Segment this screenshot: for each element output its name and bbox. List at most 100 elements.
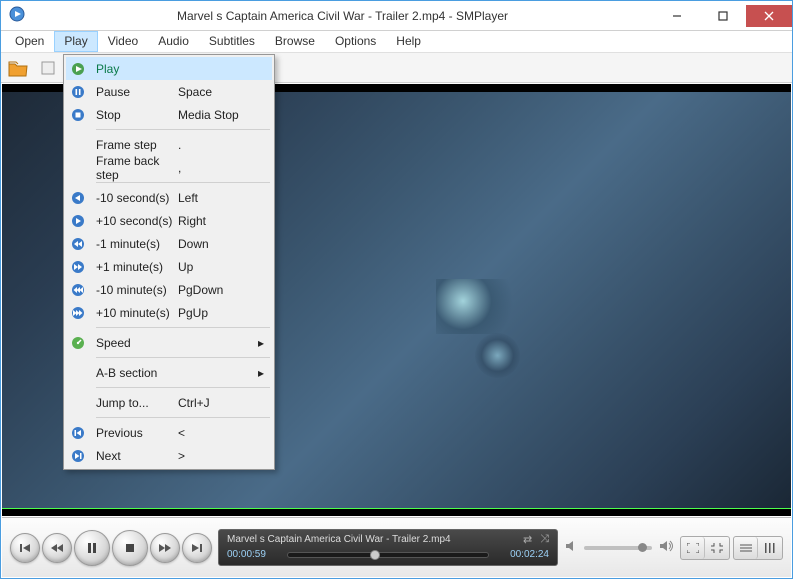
- back2-icon: [66, 232, 90, 255]
- menu-item-shortcut: Right: [178, 214, 258, 228]
- blank-icon: [66, 391, 90, 414]
- titlebar: Marvel s Captain America Civil War - Tra…: [1, 1, 792, 31]
- menu-item-label: Stop: [90, 108, 178, 122]
- menu-options[interactable]: Options: [325, 31, 386, 52]
- menu-item-shortcut: .: [178, 138, 258, 152]
- rewind-button[interactable]: [42, 533, 72, 563]
- time-total: 00:02:24: [497, 549, 549, 560]
- forward-button[interactable]: [150, 533, 180, 563]
- compact-button[interactable]: [705, 537, 729, 559]
- menu-item-10-minute-s[interactable]: +10 minute(s)PgUp: [66, 301, 272, 324]
- menu-item-label: Previous: [90, 426, 178, 440]
- menu-item-jump-to[interactable]: Jump to...Ctrl+J: [66, 391, 272, 414]
- menu-item-10-second-s[interactable]: -10 second(s)Left: [66, 186, 272, 209]
- menu-separator: [96, 357, 270, 358]
- fwd2-icon: [66, 255, 90, 278]
- menu-item-1-minute-s[interactable]: -1 minute(s)Down: [66, 232, 272, 255]
- menu-item-1-minute-s[interactable]: +1 minute(s)Up: [66, 255, 272, 278]
- menu-audio[interactable]: Audio: [148, 31, 199, 52]
- menu-video[interactable]: Video: [98, 31, 148, 52]
- skip-prev-button[interactable]: [10, 533, 40, 563]
- menu-item-label: +10 second(s): [90, 214, 178, 228]
- fullscreen-button[interactable]: [681, 537, 705, 559]
- volume-thumb[interactable]: [638, 543, 647, 552]
- menu-item-speed[interactable]: Speed▸: [66, 331, 272, 354]
- menu-item-10-minute-s[interactable]: -10 minute(s)PgDown: [66, 278, 272, 301]
- menu-item-next[interactable]: Next>: [66, 444, 272, 467]
- speed-icon: [66, 331, 90, 354]
- menu-item-label: Jump to...: [90, 396, 178, 410]
- mute-icon[interactable]: [564, 539, 578, 556]
- volume-icon[interactable]: [658, 539, 674, 556]
- maximize-button[interactable]: [700, 5, 746, 27]
- app-icon: [9, 6, 25, 25]
- stop-button[interactable]: [112, 530, 148, 566]
- menu-separator: [96, 387, 270, 388]
- menu-item-shortcut: ,: [178, 161, 258, 175]
- back1-icon: [66, 186, 90, 209]
- menu-item-shortcut: Down: [178, 237, 258, 251]
- menu-browse[interactable]: Browse: [265, 31, 325, 52]
- blank-icon: [66, 361, 90, 384]
- menu-item-stop[interactable]: StopMedia Stop: [66, 103, 272, 126]
- menu-item-label: -1 minute(s): [90, 237, 178, 251]
- menu-item-label: Frame step: [90, 138, 178, 152]
- menu-item-label: Frame back step: [90, 154, 178, 182]
- playlist-button[interactable]: [734, 537, 758, 559]
- menu-play[interactable]: Play: [54, 31, 97, 52]
- next-icon: [66, 444, 90, 467]
- shuffle-icon[interactable]: ⤨: [540, 533, 549, 546]
- menu-item-a-b-section[interactable]: A-B section▸: [66, 361, 272, 384]
- menu-item-label: +10 minute(s): [90, 306, 178, 320]
- seek-thumb[interactable]: [370, 550, 380, 560]
- prev-icon: [66, 421, 90, 444]
- play-menu-dropdown: PlayPauseSpaceStopMedia StopFrame step.F…: [63, 54, 275, 470]
- now-playing-title: Marvel s Captain America Civil War - Tra…: [227, 534, 451, 545]
- fwd1-icon: [66, 209, 90, 232]
- menu-item-pause[interactable]: PauseSpace: [66, 80, 272, 103]
- pause-button[interactable]: [74, 530, 110, 566]
- close-button[interactable]: [746, 5, 792, 27]
- menu-item-frame-back-step[interactable]: Frame back step,: [66, 156, 272, 179]
- menu-item-label: Play: [90, 62, 178, 76]
- fwd3-icon: [66, 301, 90, 324]
- open-file-button[interactable]: [5, 55, 31, 81]
- menu-separator: [96, 417, 270, 418]
- menu-help[interactable]: Help: [386, 31, 431, 52]
- menu-item-shortcut: Ctrl+J: [178, 396, 258, 410]
- menu-item-label: Next: [90, 449, 178, 463]
- window-title: Marvel s Captain America Civil War - Tra…: [31, 9, 654, 23]
- menu-item-shortcut: PgDown: [178, 283, 258, 297]
- menu-subtitles[interactable]: Subtitles: [199, 31, 265, 52]
- back3-icon: [66, 278, 90, 301]
- menu-item-label: Pause: [90, 85, 178, 99]
- progress-indicator: [2, 508, 791, 509]
- play-icon: [66, 57, 90, 80]
- seek-bar[interactable]: [287, 552, 489, 558]
- panel-icons: ⇄ ⤨: [523, 533, 549, 546]
- menu-item-label: Speed: [90, 336, 178, 350]
- menu-item-shortcut: Space: [178, 85, 258, 99]
- right-buttons: [680, 536, 783, 560]
- blank-icon: [66, 156, 90, 179]
- equalizer-button[interactable]: [758, 537, 782, 559]
- menu-item-play[interactable]: Play: [66, 57, 272, 80]
- repeat-icon[interactable]: ⇄: [523, 533, 532, 546]
- menu-item-previous[interactable]: Previous<: [66, 421, 272, 444]
- menu-open[interactable]: Open: [5, 31, 54, 52]
- skip-next-button[interactable]: [182, 533, 212, 563]
- menu-item-shortcut: PgUp: [178, 306, 258, 320]
- volume-area: [564, 539, 674, 556]
- volume-slider[interactable]: [584, 546, 652, 550]
- controls: Marvel s Captain America Civil War - Tra…: [2, 517, 791, 577]
- menu-item-shortcut: Media Stop: [178, 108, 258, 122]
- time-elapsed: 00:00:59: [227, 549, 279, 560]
- menu-item-label: -10 minute(s): [90, 283, 178, 297]
- menu-item-shortcut: <: [178, 426, 258, 440]
- menu-item-shortcut: Left: [178, 191, 258, 205]
- window-buttons: [654, 5, 792, 27]
- menu-item-shortcut: >: [178, 449, 258, 463]
- minimize-button[interactable]: [654, 5, 700, 27]
- toolbar-prev-icon[interactable]: [35, 55, 61, 81]
- menu-item-10-second-s[interactable]: +10 second(s)Right: [66, 209, 272, 232]
